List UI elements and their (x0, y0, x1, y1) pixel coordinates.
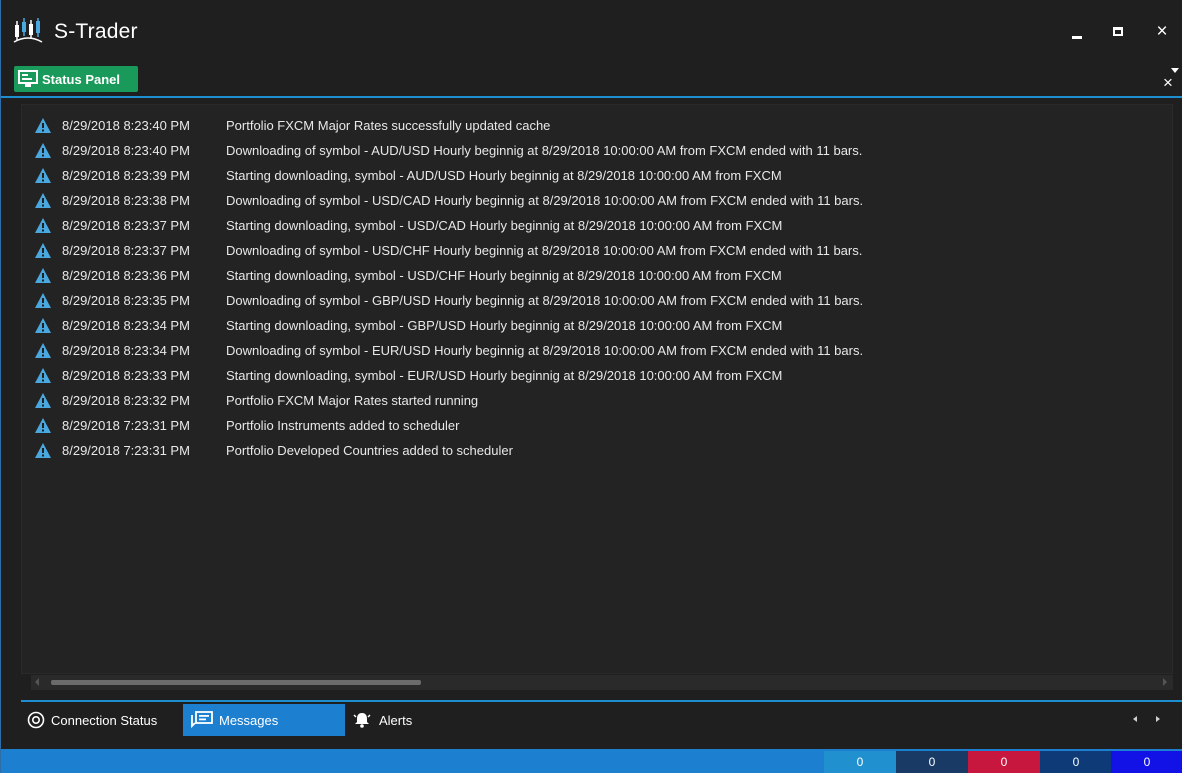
message-text: Portfolio Instruments added to scheduler (226, 417, 460, 433)
status-counter-active[interactable]: 0 (1111, 751, 1182, 773)
message-time: 8/29/2018 8:23:37 PM (62, 242, 190, 258)
message-row[interactable]: 8/29/2018 8:23:40 PM Downloading of symbo… (34, 138, 1164, 162)
message-time: 8/29/2018 8:23:34 PM (62, 317, 190, 333)
message-row[interactable]: 8/29/2018 8:23:37 PM Starting downloading… (34, 213, 1164, 237)
warning-icon (35, 442, 51, 458)
message-time: 8/29/2018 8:23:38 PM (62, 192, 190, 208)
bottom-tab-bar: Connection Status Messages Alerts (21, 700, 1182, 740)
scrollbar-thumb[interactable] (51, 680, 421, 685)
message-text: Portfolio Developed Countries added to s… (226, 442, 513, 458)
tab-scroll-left-icon[interactable] (1133, 716, 1137, 722)
warning-icon (35, 367, 51, 383)
message-time: 8/29/2018 8:23:40 PM (62, 117, 190, 133)
warning-icon (35, 267, 51, 283)
message-row[interactable]: 8/29/2018 7:23:31 PM Portfolio Instrument… (34, 413, 1164, 437)
warning-icon (35, 217, 51, 233)
message-row[interactable]: 8/29/2018 8:23:33 PM Starting downloading… (34, 363, 1164, 387)
message-text: Starting downloading, symbol - GBP/USD H… (226, 317, 783, 333)
tab-connection-status-label: Connection Status (51, 712, 158, 728)
message-time: 8/29/2018 8:23:35 PM (62, 292, 190, 308)
tab-scroll-right-icon[interactable] (1156, 716, 1160, 722)
warning-icon (35, 167, 51, 183)
panel-close-button[interactable]: × (1163, 73, 1173, 93)
warning-icon (35, 342, 51, 358)
status-bar: 0 0 0 0 0 (1, 749, 1182, 773)
message-row[interactable]: 8/29/2018 8:23:34 PM Starting downloading… (34, 313, 1164, 337)
message-time: 8/29/2018 7:23:31 PM (62, 417, 190, 433)
message-text: Starting downloading, symbol - USD/CAD H… (226, 217, 783, 233)
maximize-icon (1113, 27, 1123, 36)
message-row[interactable]: 8/29/2018 8:23:32 PM Portfolio FXCM Major… (34, 388, 1164, 412)
message-row[interactable]: 8/29/2018 8:23:39 PM Starting downloading… (34, 163, 1164, 187)
message-text: Portfolio FXCM Major Rates successfully … (226, 117, 551, 133)
status-panel-icon (18, 70, 38, 87)
warning-icon (35, 142, 51, 158)
minimize-icon (1072, 36, 1082, 39)
message-text: Starting downloading, symbol - USD/CHF H… (226, 267, 782, 283)
status-panel-tab[interactable]: Status Panel (14, 66, 138, 92)
status-counter-pending[interactable]: 0 (1040, 751, 1112, 773)
connection-status-icon (27, 711, 45, 729)
message-text: Downloading of symbol - USD/CAD Hourly b… (226, 192, 864, 208)
app-title: S-Trader (54, 20, 138, 43)
message-text: Downloading of symbol - EUR/USD Hourly b… (226, 342, 864, 358)
tab-alerts[interactable]: Alerts (349, 704, 469, 736)
message-row[interactable]: 8/29/2018 8:23:34 PM Downloading of symbo… (34, 338, 1164, 362)
alert-bell-icon (353, 713, 371, 728)
message-row[interactable]: 8/29/2018 8:23:38 PM Downloading of symbo… (34, 188, 1164, 212)
maximize-button[interactable] (1104, 18, 1132, 46)
status-counter-neutral[interactable]: 0 (896, 751, 968, 773)
status-panel-label: Status Panel (42, 71, 121, 87)
message-text: Portfolio FXCM Major Rates started runni… (226, 392, 479, 408)
warning-icon (35, 417, 51, 433)
message-text: Starting downloading, symbol - EUR/USD H… (226, 367, 783, 383)
message-time: 8/29/2018 7:23:31 PM (62, 442, 190, 458)
message-text: Downloading of symbol - USD/CHF Hourly b… (226, 242, 863, 258)
message-text: Downloading of symbol - AUD/USD Hourly b… (226, 142, 863, 158)
status-counter-error[interactable]: 0 (968, 751, 1040, 773)
message-row[interactable]: 8/29/2018 7:23:31 PM Portfolio Developed … (34, 438, 1164, 462)
tab-messages-label: Messages (219, 712, 279, 728)
scroll-left-arrow-icon[interactable] (35, 678, 39, 686)
message-text: Starting downloading, symbol - AUD/USD H… (226, 167, 782, 183)
message-time: 8/29/2018 8:23:36 PM (62, 267, 190, 283)
title-bar: S-Trader × (1, 0, 1182, 62)
message-text: Downloading of symbol - GBP/USD Hourly b… (226, 292, 864, 308)
message-time: 8/29/2018 8:23:40 PM (62, 142, 190, 158)
message-row[interactable]: 8/29/2018 8:23:35 PM Downloading of symbo… (34, 288, 1164, 312)
status-counter-info[interactable]: 0 (824, 751, 896, 773)
message-row[interactable]: 8/29/2018 8:23:40 PM Portfolio FXCM Major… (34, 113, 1164, 137)
tab-alerts-label: Alerts (379, 712, 413, 728)
app-logo-icon (13, 18, 43, 43)
scroll-right-arrow-icon[interactable] (1163, 678, 1167, 686)
minimize-button[interactable] (1063, 18, 1091, 46)
message-time: 8/29/2018 8:23:37 PM (62, 217, 190, 233)
message-row[interactable]: 8/29/2018 8:23:37 PM Downloading of symbo… (34, 238, 1164, 262)
message-time: 8/29/2018 8:23:34 PM (62, 342, 190, 358)
tab-messages[interactable]: Messages (183, 704, 345, 736)
warning-icon (35, 292, 51, 308)
app-window: S-Trader × Status Panel × 8/29/2018 8:23… (0, 0, 1182, 773)
close-window-button[interactable]: × (1148, 18, 1176, 46)
messages-icon (191, 711, 213, 729)
message-time: 8/29/2018 8:23:39 PM (62, 167, 190, 183)
panel-header: Status Panel × (1, 62, 1182, 98)
warning-icon (35, 117, 51, 133)
warning-icon (35, 392, 51, 408)
horizontal-scrollbar[interactable] (31, 675, 1173, 690)
tab-connection-status[interactable]: Connection Status (27, 704, 183, 736)
message-list[interactable]: 8/29/2018 8:23:40 PM Portfolio FXCM Major… (21, 104, 1173, 674)
message-row[interactable]: 8/29/2018 8:23:36 PM Starting downloading… (34, 263, 1164, 287)
warning-icon (35, 192, 51, 208)
message-time: 8/29/2018 8:23:32 PM (62, 392, 190, 408)
message-time: 8/29/2018 8:23:33 PM (62, 367, 190, 383)
warning-icon (35, 242, 51, 258)
warning-icon (35, 317, 51, 333)
